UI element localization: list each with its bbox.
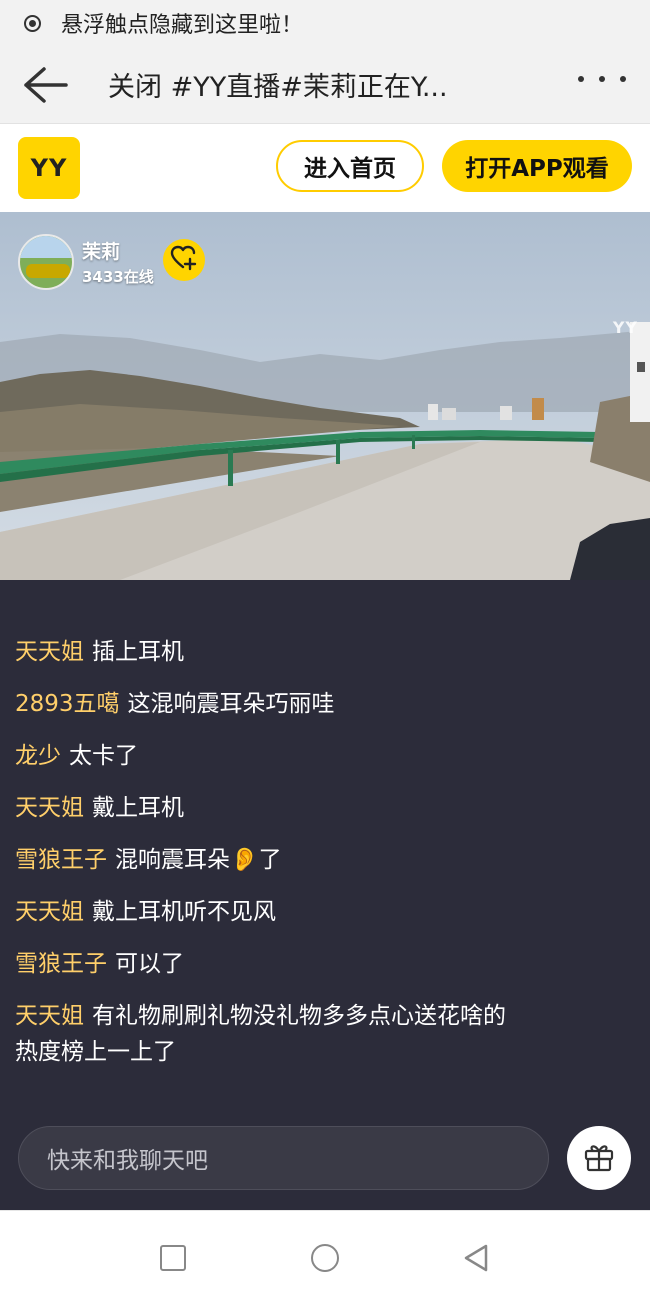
page-title: 关闭 #YY直播#茉莉正在Y... (108, 65, 488, 104)
chat-text: 这混响震耳朵巧丽哇 (127, 691, 335, 717)
arrow-left-icon[interactable] (20, 65, 70, 105)
follow-button[interactable] (163, 239, 205, 281)
chat-message: 2893五噶 这混响震耳朵巧丽哇 (15, 686, 635, 722)
live-video[interactable]: 茉莉 3433在线 YY (0, 212, 650, 580)
chat-text: 有礼物刷刷礼物没礼物多多点心送花啥的热度榜上一上了 (15, 1003, 506, 1065)
chat-message: 天天姐 插上耳机 (15, 634, 635, 670)
chat-username[interactable]: 天天姐 (15, 1003, 84, 1029)
heart-plus-icon (170, 245, 198, 275)
chat-text: 插上耳机 (92, 639, 184, 665)
chat-username[interactable]: 2893五噶 (15, 691, 120, 717)
page-title-text: #YY直播#茉莉正在Y... (170, 72, 448, 103)
more-dots-icon[interactable] (578, 72, 626, 86)
chat-message: 龙少 太卡了 (15, 738, 635, 774)
floating-hint-bar: 悬浮触点隐藏到这里啦！ (0, 0, 650, 46)
chat-input[interactable]: 快来和我聊天吧 (18, 1126, 549, 1190)
chat-username[interactable]: 雪狼王子 (15, 951, 107, 977)
chat-username[interactable]: 天天姐 (15, 899, 84, 925)
browser-nav-bar: 关闭 #YY直播#茉莉正在Y... (0, 46, 650, 124)
chat-message: 雪狼王子 混响震耳朵👂了 (15, 842, 635, 878)
chat-username[interactable]: 雪狼王子 (15, 847, 107, 873)
chat-username[interactable]: 天天姐 (15, 639, 84, 665)
chat-panel: 天天姐 插上耳机 2893五噶 这混响震耳朵巧丽哇 龙少 太卡了 天天姐 戴上耳机 雪狼… (0, 580, 650, 1210)
chat-message: 天天姐 戴上耳机 (15, 790, 635, 826)
open-app-button[interactable]: 打开APP观看 (442, 140, 632, 192)
chat-text: 戴上耳机听不见风 (92, 899, 276, 925)
triangle-back-icon[interactable] (462, 1243, 490, 1277)
yy-logo: YY (18, 137, 80, 199)
close-link[interactable]: 关闭 (108, 72, 162, 103)
gift-button[interactable] (567, 1126, 631, 1190)
hint-text: 悬浮触点隐藏到这里啦！ (61, 13, 304, 38)
chat-text: 太卡了 (69, 743, 138, 769)
yy-watermark: YY (612, 318, 638, 337)
chat-text: 可以了 (115, 951, 184, 977)
chat-text: 戴上耳机 (92, 795, 184, 821)
enter-home-button[interactable]: 进入首页 (276, 140, 424, 192)
chat-list: 天天姐 插上耳机 2893五噶 这混响震耳朵巧丽哇 龙少 太卡了 天天姐 戴上耳机 雪狼… (15, 634, 635, 1086)
chat-username[interactable]: 天天姐 (15, 795, 84, 821)
chat-message: 天天姐 戴上耳机听不见风 (15, 894, 635, 930)
online-count: 3433在线 (82, 268, 154, 286)
chat-username[interactable]: 龙少 (15, 743, 61, 769)
gift-icon (582, 1139, 616, 1177)
chat-input-placeholder: 快来和我聊天吧 (47, 1148, 208, 1174)
chat-message: 雪狼王子 可以了 (15, 946, 635, 982)
target-icon (24, 14, 41, 32)
chat-text: 混响震耳朵👂了 (115, 847, 282, 873)
chat-message: 天天姐 有礼物刷刷礼物没礼物多多点心送花啥的热度榜上一上了 (15, 998, 515, 1070)
square-icon[interactable] (160, 1245, 186, 1271)
streamer-name: 茉莉 (82, 241, 121, 263)
yy-header: YY 进入首页 打开APP观看 (0, 124, 650, 212)
streamer-card[interactable]: 茉莉 3433在线 (18, 234, 154, 290)
avatar[interactable] (18, 234, 74, 290)
android-nav-bar (0, 1210, 650, 1300)
circle-icon[interactable] (311, 1244, 339, 1272)
